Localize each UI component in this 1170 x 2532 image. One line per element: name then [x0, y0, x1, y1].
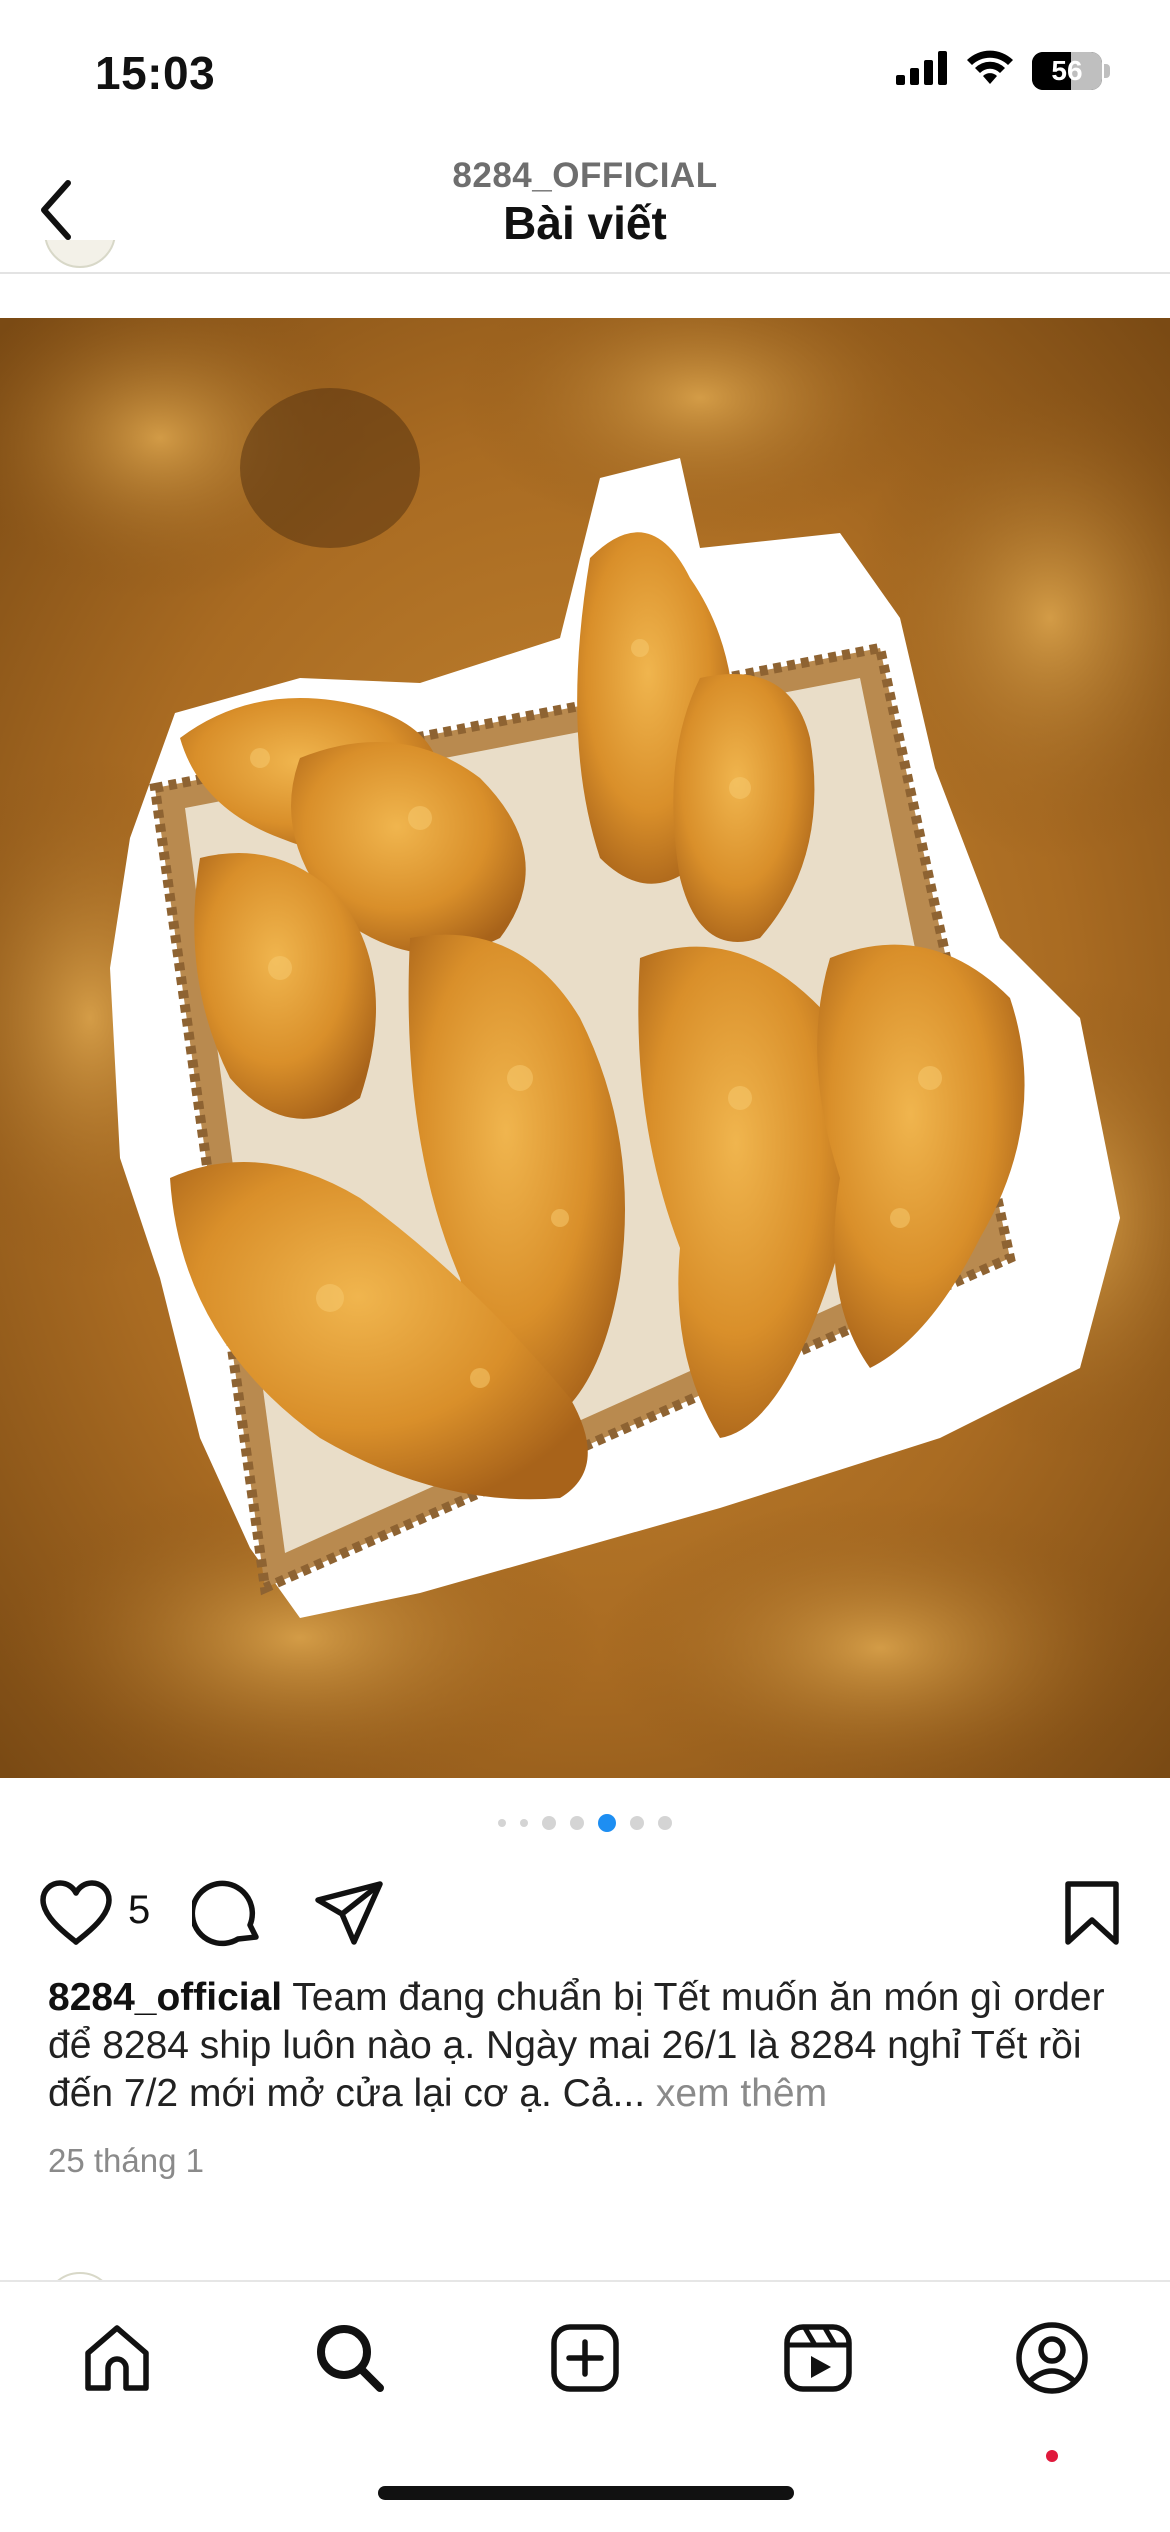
share-icon — [315, 1881, 383, 1945]
status-icons: 56 — [896, 50, 1110, 91]
post-actions: 5 — [0, 1864, 1170, 1954]
status-time: 15:03 — [95, 47, 216, 99]
like-button[interactable] — [38, 1878, 114, 1948]
notification-dot — [1046, 2450, 1058, 2462]
next-post-header-partial — [0, 2262, 1170, 2282]
caption-username[interactable]: 8284_official — [48, 1976, 282, 2019]
battery-icon: 56 — [1032, 51, 1102, 90]
battery-percentage: 56 — [1051, 54, 1083, 86]
tab-profile[interactable] — [1012, 2318, 1092, 2398]
post-image[interactable] — [0, 318, 1170, 1778]
carousel-dot — [598, 1814, 616, 1832]
post-caption[interactable]: 8284_official Team đang chuẩn bị Tết muố… — [48, 1974, 1128, 2118]
see-more-link[interactable]: xem thêm — [656, 2072, 827, 2115]
status-bar: 15:03 56 — [0, 0, 1170, 150]
carousel-dot — [542, 1816, 556, 1830]
header-divider — [0, 272, 1170, 274]
reels-icon — [784, 2324, 852, 2392]
signal-icon — [896, 51, 948, 90]
tab-search[interactable] — [310, 2318, 390, 2398]
tab-reels[interactable] — [778, 2318, 858, 2398]
heart-icon — [40, 1880, 112, 1945]
tab-create[interactable] — [545, 2318, 625, 2398]
battery-nub — [1104, 63, 1110, 78]
home-icon — [85, 2325, 149, 2391]
carousel-indicator — [0, 1814, 1170, 1832]
save-button[interactable] — [1056, 1878, 1128, 1948]
carousel-dot — [498, 1819, 506, 1827]
carousel-dot — [658, 1816, 672, 1830]
comment-icon — [192, 1880, 259, 1947]
like-count[interactable]: 5 — [128, 1888, 150, 1933]
bookmark-icon — [1065, 1881, 1119, 1945]
profile-icon — [1016, 2322, 1088, 2394]
account-name[interactable]: 8284_OFFICIAL — [0, 156, 1170, 196]
avatar — [44, 240, 116, 268]
share-button[interactable] — [312, 1878, 386, 1948]
tab-home[interactable] — [77, 2318, 157, 2398]
carousel-dot — [520, 1819, 528, 1827]
wifi-icon — [966, 50, 1014, 91]
carousel-dot — [570, 1816, 584, 1830]
search-icon — [317, 2325, 384, 2392]
carousel-dot — [630, 1816, 644, 1830]
post-date: 25 tháng 1 — [48, 2142, 204, 2179]
home-indicator[interactable] — [378, 2486, 794, 2500]
post-owner-row-partial — [0, 240, 1170, 284]
create-icon — [551, 2324, 619, 2392]
comment-button[interactable] — [190, 1878, 264, 1948]
